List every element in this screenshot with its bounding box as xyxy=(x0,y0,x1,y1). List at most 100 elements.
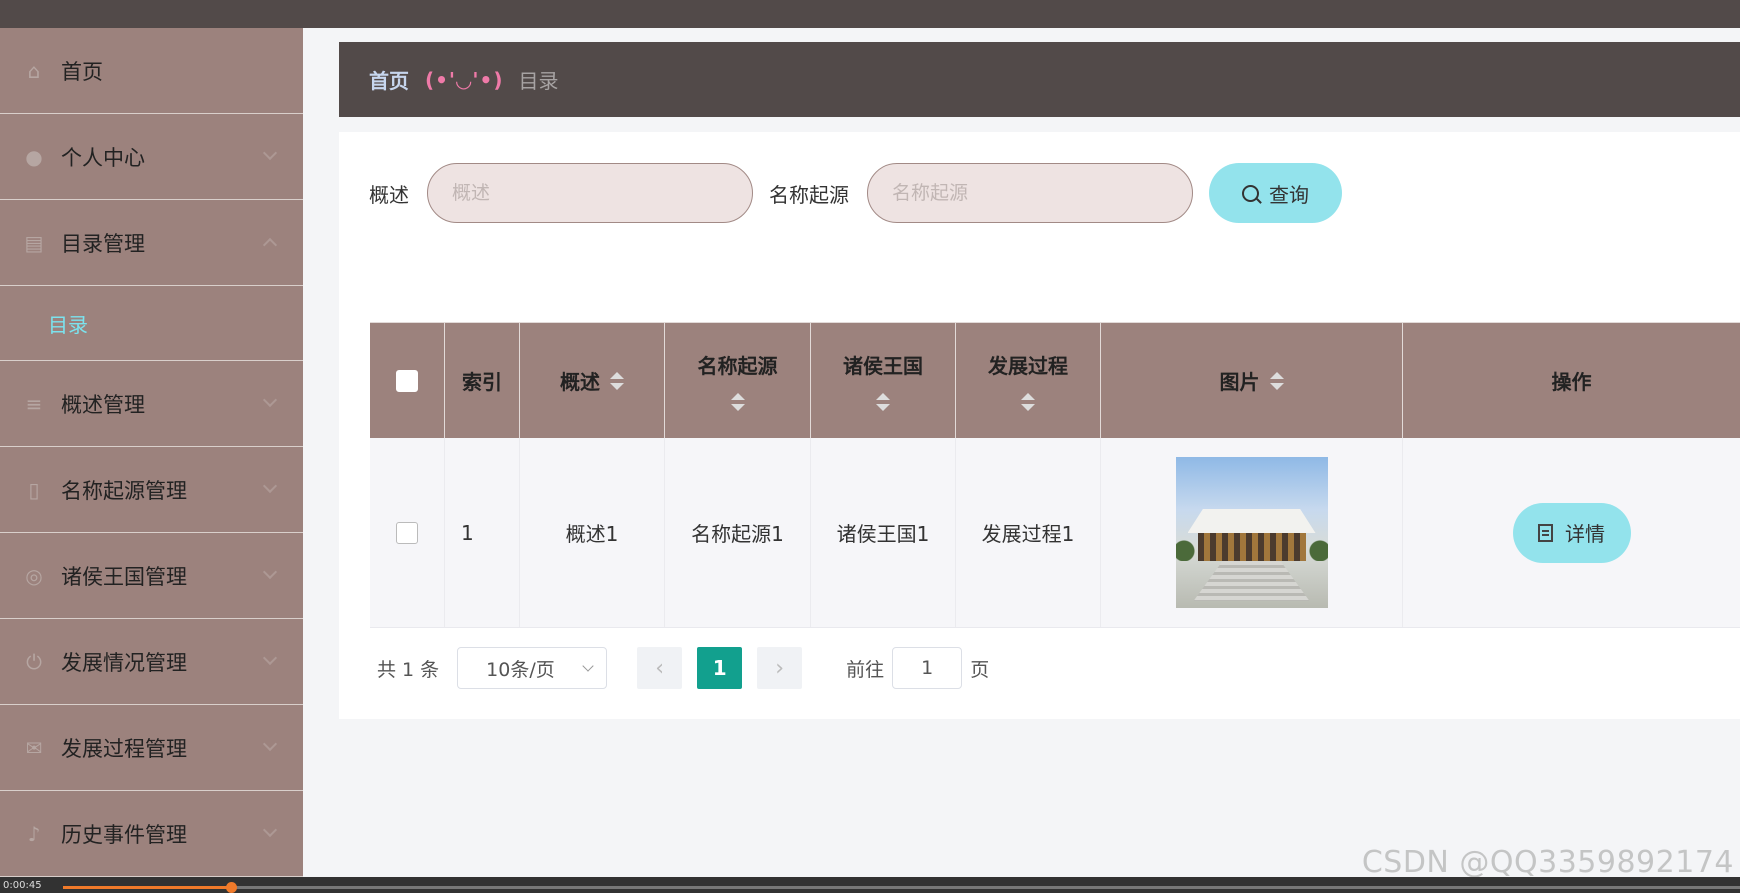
header-process[interactable]: 发展过程 xyxy=(956,323,1101,438)
name-origin-search-input[interactable] xyxy=(867,163,1193,223)
page-suffix-label: 页 xyxy=(970,658,990,681)
data-table: 索引 概述 名称起源 诸侯王国 发展过程 图片 操作 1 概述1 名称起源1 诸… xyxy=(370,322,1740,628)
page-size-value: 10条/页 xyxy=(486,658,555,681)
sidebar-item-label: 发展过程管理 xyxy=(61,736,187,761)
sidebar-item-label: 名称起源管理 xyxy=(61,478,187,503)
top-header-bar xyxy=(0,0,1740,28)
header-actions: 操作 xyxy=(1403,323,1740,438)
sort-icon[interactable] xyxy=(1269,371,1284,390)
select-all-checkbox[interactable] xyxy=(396,369,418,392)
sidebar-item-name-origin-management[interactable]: ▯ 名称起源管理 xyxy=(0,447,303,533)
sidebar-item-historical-events-management[interactable]: ♪ 历史事件管理 xyxy=(0,791,303,877)
breadcrumb-separator: (•'◡'•) xyxy=(425,67,504,92)
sort-icon[interactable] xyxy=(1021,393,1035,411)
chevron-down-icon xyxy=(262,650,278,666)
sidebar-subitem-label: 目录 xyxy=(48,312,88,337)
select-all-cell xyxy=(370,323,445,438)
header-index: 索引 xyxy=(445,323,520,438)
header-name-origin[interactable]: 名称起源 xyxy=(665,323,811,438)
page-size-select[interactable]: 10条/页 xyxy=(457,647,608,689)
row-select-cell xyxy=(370,438,445,627)
chevron-down-icon xyxy=(262,478,278,494)
sidebar-item-development-status-management[interactable]: ⏻ 发展情况管理 xyxy=(0,619,303,705)
sidebar-item-catalog-management[interactable]: ▤ 目录管理 xyxy=(0,200,303,286)
sidebar-item-label: 个人中心 xyxy=(61,145,145,170)
header-label: 名称起源 xyxy=(697,354,778,378)
sidebar-subitem-catalog[interactable]: 目录 xyxy=(0,286,303,361)
sidebar-item-label: 诸侯王国管理 xyxy=(61,564,187,589)
chart-icon: ▤ xyxy=(24,230,44,255)
pagination: 共 1 条 10条/页 ‹ 1 › 前往 页 xyxy=(377,647,989,689)
breadcrumb: 首页 (•'◡'•) 目录 xyxy=(339,42,1740,117)
chevron-down-icon xyxy=(262,736,278,752)
header-label: 概述 xyxy=(560,370,600,394)
sidebar-item-personal-center[interactable]: ● 个人中心 xyxy=(0,114,303,200)
video-progress-fill xyxy=(63,886,231,889)
header-overview[interactable]: 概述 xyxy=(520,323,665,438)
breadcrumb-home-link[interactable]: 首页 xyxy=(369,65,409,94)
row-checkbox[interactable] xyxy=(396,521,418,544)
sidebar-item-kingdom-management[interactable]: ◎ 诸侯王国管理 xyxy=(0,533,303,619)
chevron-down-icon xyxy=(262,822,278,838)
chevron-down-icon xyxy=(262,145,278,161)
header-label: 图片 xyxy=(1219,370,1260,394)
watermark: CSDN @QQ3359892174 xyxy=(1361,845,1734,880)
sidebar-item-home[interactable]: ⌂ 首页 xyxy=(0,28,303,114)
overview-search-input[interactable] xyxy=(427,163,753,223)
cell-actions: 详情 xyxy=(1403,438,1740,627)
microphone-icon: ♪ xyxy=(27,821,41,846)
cell-name-origin: 名称起源1 xyxy=(665,438,811,627)
video-progress-track[interactable] xyxy=(63,882,1740,893)
detail-button-label: 详情 xyxy=(1565,522,1605,546)
pagination-total: 共 1 条 xyxy=(377,658,440,681)
chevron-down-icon xyxy=(582,660,594,672)
video-player-bar: 0:00:45 xyxy=(0,877,1740,893)
next-page-button[interactable]: › xyxy=(757,647,803,689)
power-icon: ⏻ xyxy=(26,649,42,674)
chevron-down-icon xyxy=(262,392,278,408)
mail-icon: ✉ xyxy=(25,735,43,760)
video-progress-handle[interactable] xyxy=(225,882,237,893)
goto-page-input[interactable] xyxy=(892,647,963,689)
search-form: 概述 名称起源 查询 xyxy=(369,163,1342,223)
sidebar-item-label: 历史事件管理 xyxy=(61,822,187,847)
compass-icon: ◎ xyxy=(25,563,43,588)
user-icon: ● xyxy=(25,144,43,169)
sort-icon[interactable] xyxy=(610,371,624,390)
header-image[interactable]: 图片 xyxy=(1101,323,1403,438)
detail-button[interactable]: 详情 xyxy=(1512,502,1631,563)
chevron-up-icon xyxy=(262,237,278,253)
table-body: 1 概述1 名称起源1 诸侯王国1 发展过程1 详情 xyxy=(370,438,1740,628)
sidebar-item-label: 首页 xyxy=(61,59,103,84)
sort-icon[interactable] xyxy=(730,393,745,411)
home-icon: ⌂ xyxy=(27,58,41,83)
sidebar-item-label: 概述管理 xyxy=(61,392,145,417)
cell-overview: 概述1 xyxy=(520,438,665,627)
query-button[interactable]: 查询 xyxy=(1209,163,1342,223)
sidebar-item-development-process-management[interactable]: ✉ 发展过程管理 xyxy=(0,705,303,791)
table-row: 1 概述1 名称起源1 诸侯王国1 发展过程1 详情 xyxy=(370,438,1740,628)
breadcrumb-current: 目录 xyxy=(518,69,559,93)
main-content-panel: 概述 名称起源 查询 索引 概述 名称起源 诸侯 xyxy=(339,132,1740,719)
goto-label: 前往 xyxy=(846,658,885,681)
sidebar-menu: ⌂ 首页 ● 个人中心 ▤ 目录管理 目录 ≡ 概述管理 ▯ 名称起源管理 ◎ … xyxy=(0,28,303,878)
sidebar-item-overview-management[interactable]: ≡ 概述管理 xyxy=(0,361,303,447)
query-button-label: 查询 xyxy=(1269,182,1309,207)
table-header: 索引 概述 名称起源 诸侯王国 发展过程 图片 操作 xyxy=(370,322,1740,438)
sidebar-item-label: 发展情况管理 xyxy=(61,650,187,675)
sidebar-item-label: 目录管理 xyxy=(61,231,145,256)
phone-icon: ▯ xyxy=(28,477,40,502)
header-kingdom[interactable]: 诸侯王国 xyxy=(811,323,956,438)
list-icon: ≡ xyxy=(25,391,43,416)
prev-page-button[interactable]: ‹ xyxy=(637,647,683,689)
header-label: 诸侯王国 xyxy=(843,354,923,378)
header-label: 发展过程 xyxy=(988,354,1068,378)
page-number-current[interactable]: 1 xyxy=(697,647,743,689)
name-origin-search-label: 名称起源 xyxy=(769,182,849,207)
header-label: 操作 xyxy=(1551,370,1592,394)
palace-photo[interactable] xyxy=(1175,457,1328,608)
sort-icon[interactable] xyxy=(876,393,890,411)
cell-index: 1 xyxy=(445,438,520,627)
search-icon xyxy=(1242,184,1259,202)
chevron-down-icon xyxy=(262,564,278,580)
